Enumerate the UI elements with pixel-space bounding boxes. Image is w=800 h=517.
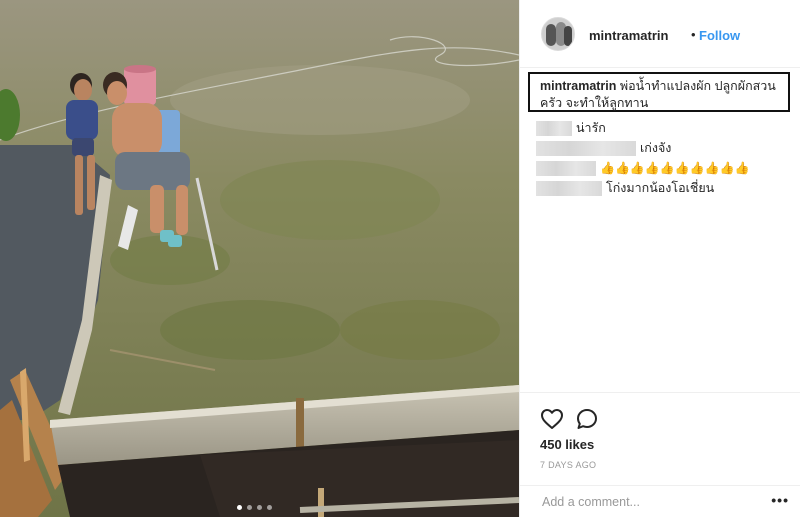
blurred-username[interactable] [536, 160, 596, 176]
comment-text: เก่งจัง [640, 141, 672, 155]
comment-text: โก่งมากน้องโอเชี่ยน [606, 181, 715, 195]
comment-bubble-icon[interactable] [575, 407, 599, 431]
heart-icon[interactable] [540, 407, 564, 431]
more-options-icon[interactable]: ••• [771, 492, 789, 508]
comment-item: น่ารัก [536, 118, 796, 138]
carousel-indicator[interactable] [237, 505, 272, 510]
avatar[interactable] [541, 17, 575, 51]
add-comment-bar: ••• [520, 485, 800, 517]
username-link[interactable]: mintramatrin [589, 28, 668, 43]
action-bar [520, 392, 800, 429]
comment-text: น่ารัก [576, 121, 606, 135]
carousel-dot[interactable] [267, 505, 272, 510]
caption: mintramatrin พ่อน้ำทำแปลงผัก ปลูกผักสวนค… [528, 72, 790, 112]
follow-button[interactable]: Follow [699, 28, 740, 43]
comment-item: 👍👍👍👍👍👍👍👍👍👍 [536, 158, 796, 178]
blurred-username[interactable] [536, 120, 572, 136]
blurred-username[interactable] [536, 140, 636, 156]
separator-dot: • [691, 27, 696, 42]
comment-list: น่ารัก เก่งจัง 👍👍👍👍👍👍👍👍👍👍 โก่งมากน้องโอเ… [536, 118, 796, 198]
post-photo[interactable] [0, 0, 519, 517]
post-side-panel: mintramatrin • Follow mintramatrin พ่อน้… [519, 0, 800, 517]
carousel-dot[interactable] [237, 505, 242, 510]
likes-count[interactable]: 450 likes [540, 437, 594, 452]
garden-photo [0, 0, 519, 517]
comment-text: 👍👍👍👍👍👍👍👍👍👍 [600, 161, 750, 175]
carousel-dot[interactable] [247, 505, 252, 510]
post-timestamp[interactable]: 7 DAYS AGO [540, 460, 596, 470]
comment-item: เก่งจัง [536, 138, 796, 158]
caption-username[interactable]: mintramatrin [540, 79, 616, 93]
blurred-username[interactable] [536, 180, 602, 196]
comment-input[interactable] [540, 494, 754, 510]
post-header: mintramatrin • Follow [520, 0, 800, 68]
comment-item: โก่งมากน้องโอเชี่ยน [536, 178, 796, 198]
carousel-dot[interactable] [257, 505, 262, 510]
